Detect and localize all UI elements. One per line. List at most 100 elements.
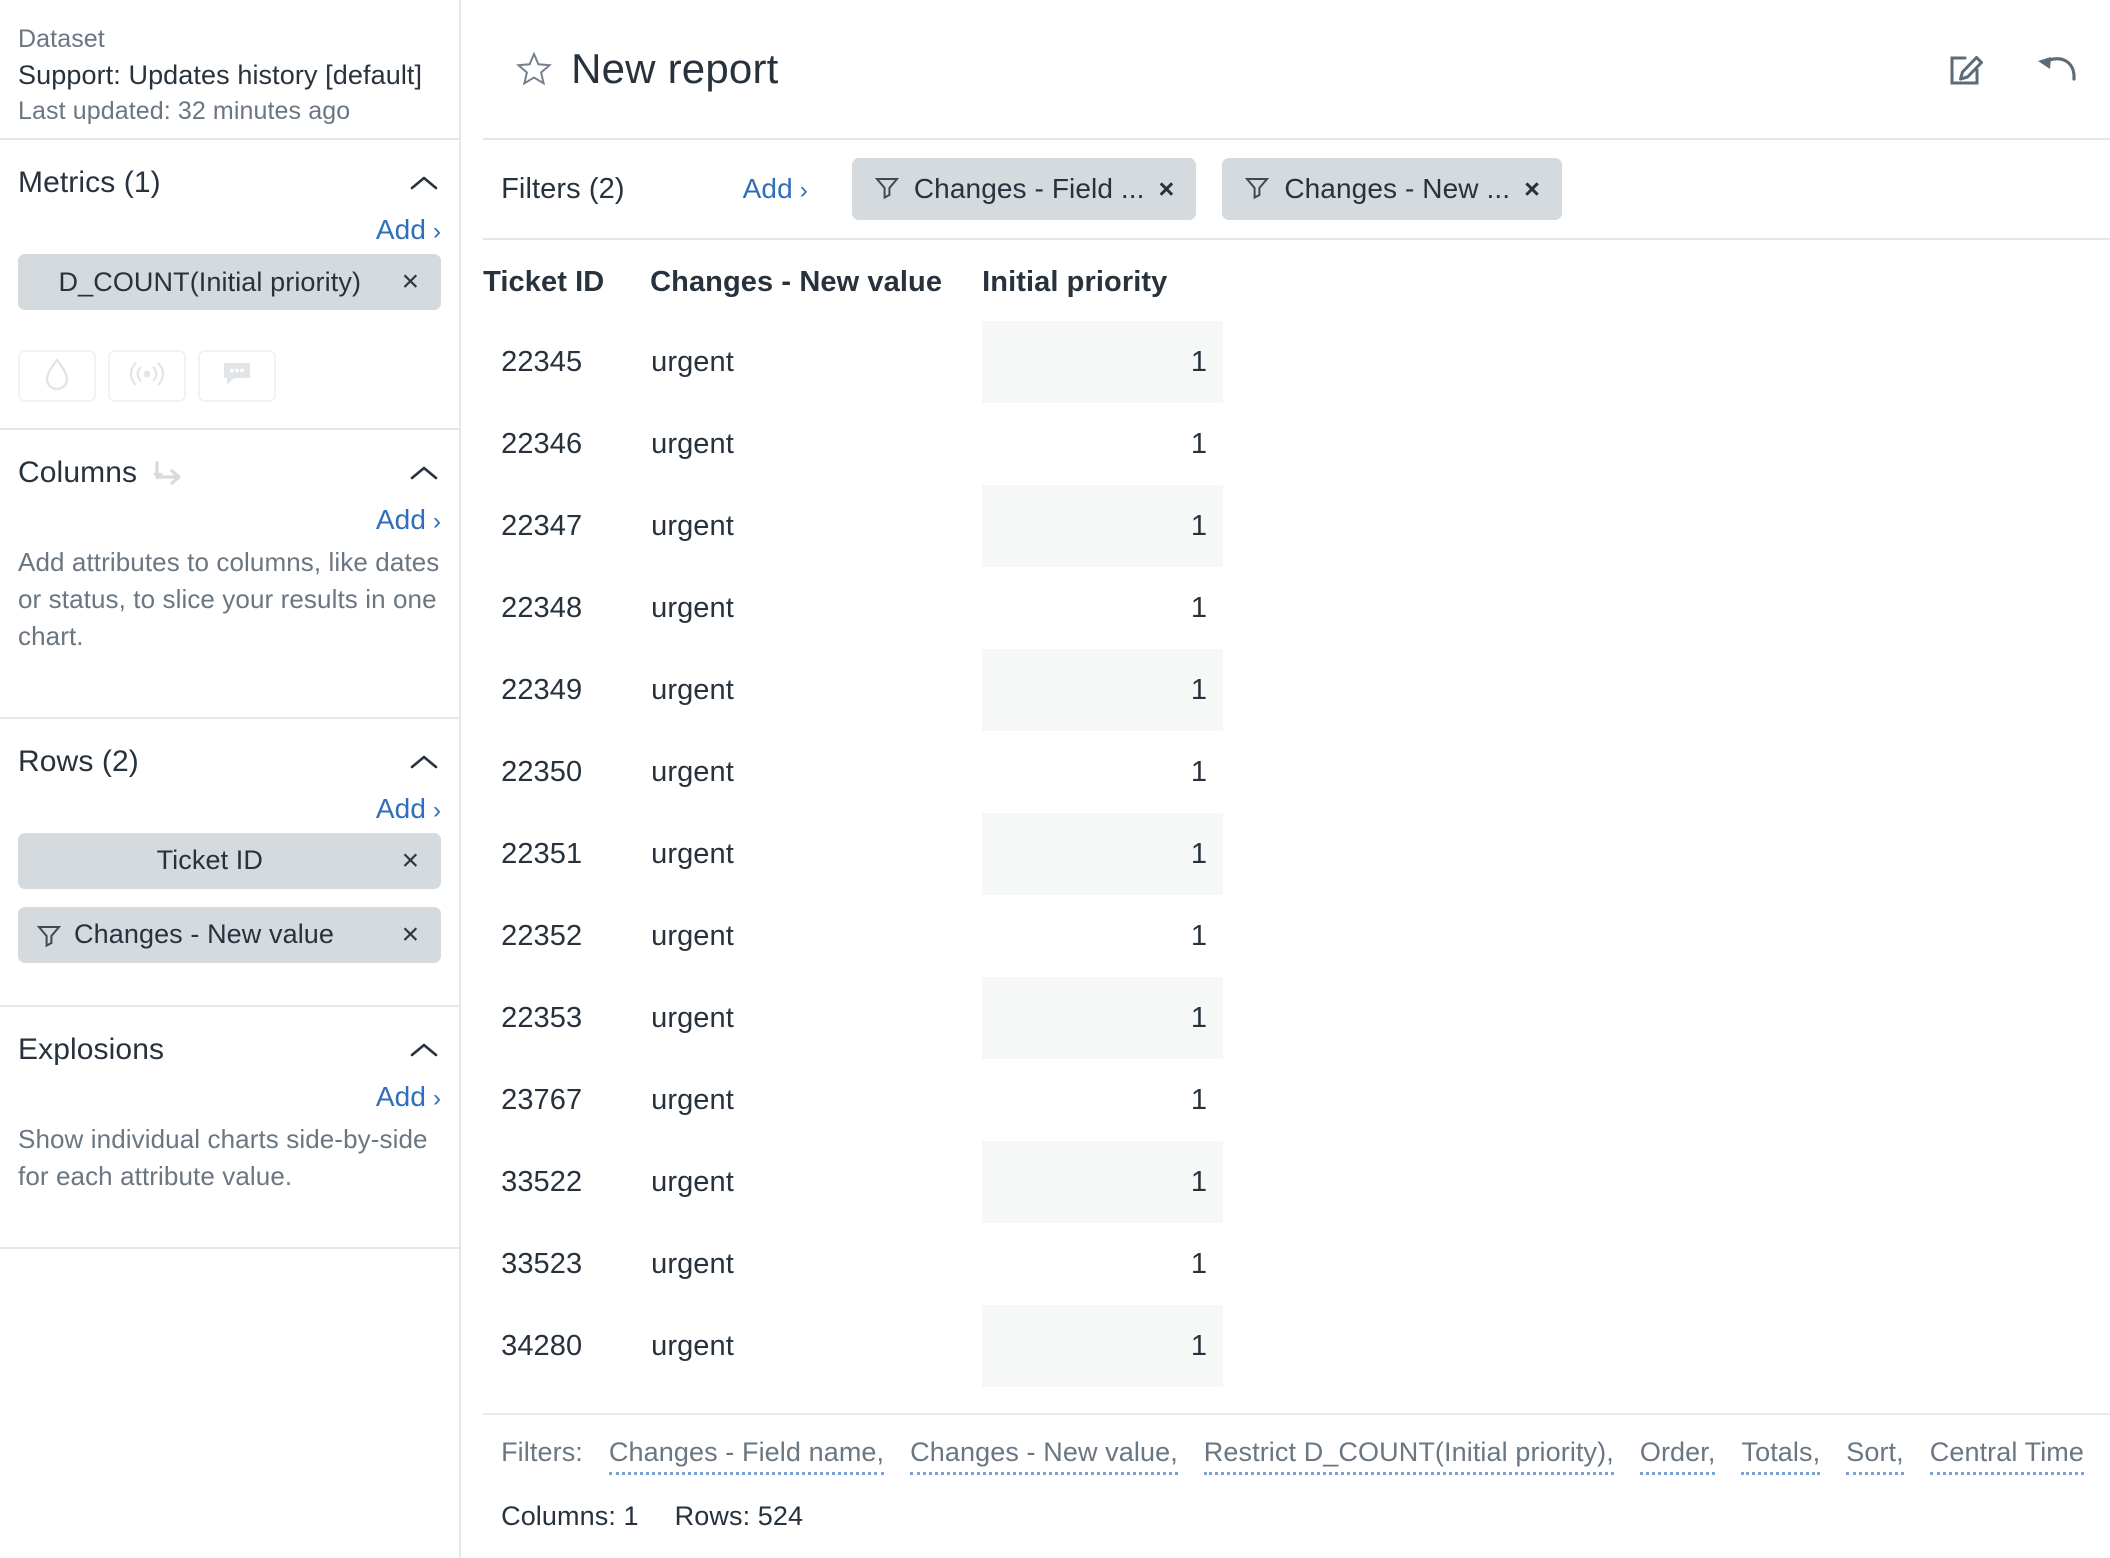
cell-changes-new-value[interactable]: urgent [650, 731, 982, 813]
table-row[interactable]: 34280 urgent 1 [483, 1305, 1224, 1387]
cell-changes-new-value[interactable]: urgent [650, 1387, 982, 1414]
cell-initial-priority[interactable]: 1 [982, 321, 1224, 403]
undo-arrow-icon[interactable] [2034, 49, 2080, 89]
footer-filter-link[interactable]: Restrict D_COUNT(Initial priority), [1203, 1437, 1614, 1475]
cell-initial-priority[interactable]: 1 [982, 1387, 1223, 1414]
cell-changes-new-value[interactable]: urgent [650, 895, 982, 977]
cell-changes-new-value[interactable]: urgent [650, 1305, 982, 1387]
table-row[interactable]: 22347 urgent 1 [483, 485, 1224, 567]
cell-changes-new-value[interactable]: urgent [650, 321, 982, 403]
table-row[interactable]: 22349 urgent 1 [483, 649, 1224, 731]
filters-add-button[interactable]: Add › [743, 173, 808, 205]
swap-rows-columns-icon[interactable] [151, 457, 185, 489]
cell-ticket-id[interactable]: 22345 [483, 321, 650, 403]
cell-initial-priority[interactable]: 1 [982, 403, 1223, 485]
cell-changes-new-value[interactable]: urgent [650, 1059, 982, 1141]
rows-add-button[interactable]: Add › [376, 793, 441, 825]
page-title[interactable]: New report [571, 45, 778, 93]
cell-ticket-id[interactable]: 33523 [483, 1223, 650, 1305]
cell-initial-priority[interactable]: 1 [982, 1223, 1223, 1305]
row-chip-ticket-id[interactable]: Ticket ID × [18, 832, 442, 889]
cell-initial-priority[interactable]: 1 [982, 813, 1224, 895]
row-chip-remove-icon[interactable]: × [402, 919, 420, 950]
cell-ticket-id[interactable]: 22351 [483, 813, 650, 895]
footer-filter-link[interactable]: Changes - New value, [910, 1437, 1178, 1475]
cell-changes-new-value[interactable]: urgent [650, 813, 982, 895]
filter-funnel-icon [36, 922, 62, 948]
footer-filter-link[interactable]: Changes - Field name, [608, 1437, 885, 1475]
explosions-add-button[interactable]: Add › [376, 1081, 441, 1113]
table-row[interactable]: 22345 urgent 1 [483, 321, 1224, 403]
viz-button-signal[interactable] [108, 350, 186, 402]
table-row[interactable]: 22352 urgent 1 [483, 895, 1223, 977]
footer-filter-link[interactable]: Order, [1639, 1437, 1716, 1475]
cell-ticket-id[interactable]: 22352 [483, 895, 650, 977]
footer-filter-link[interactable]: Sort, [1846, 1437, 1904, 1475]
cell-ticket-id[interactable]: 22349 [483, 649, 650, 731]
panel-metrics: Metrics (1) Add › D_COUNT(Initial priori… [0, 140, 460, 430]
cell-ticket-id[interactable]: 22353 [483, 977, 650, 1059]
filter-chip-changes-field[interactable]: Changes - Field ... × [851, 158, 1197, 220]
cell-initial-priority[interactable]: 1 [982, 1305, 1224, 1387]
filter-chip-changes-new[interactable]: Changes - New ... × [1222, 158, 1562, 220]
chevron-up-icon[interactable] [407, 456, 441, 490]
cell-initial-priority[interactable]: 1 [982, 1141, 1224, 1223]
viz-button-droplet[interactable] [18, 350, 96, 402]
metrics-add-button[interactable]: Add › [376, 214, 441, 246]
cell-initial-priority[interactable]: 1 [982, 1059, 1223, 1141]
cell-changes-new-value[interactable]: urgent [650, 649, 982, 731]
table-row[interactable]: 22348 urgent 1 [483, 567, 1223, 649]
footer-counts: Columns: 1 Rows: 524 [501, 1475, 2110, 1532]
filter-chip-remove-icon[interactable]: × [1159, 175, 1175, 203]
chevron-up-icon[interactable] [407, 745, 441, 779]
chevron-up-icon[interactable] [407, 1033, 441, 1067]
cell-initial-priority[interactable]: 1 [982, 485, 1224, 567]
cell-ticket-id[interactable]: 22348 [483, 567, 650, 649]
table-row[interactable]: 22346 urgent 1 [483, 403, 1223, 485]
column-header-initial-priority[interactable]: Initial priority [982, 248, 1223, 321]
star-outline-icon[interactable] [511, 46, 557, 92]
chevron-up-icon[interactable] [407, 166, 441, 200]
cell-ticket-id[interactable]: 22346 [483, 403, 650, 485]
row-chip-remove-icon[interactable]: × [402, 845, 420, 876]
table-row[interactable]: 22350 urgent 1 [483, 731, 1223, 813]
table-row[interactable]: 23767 urgent 1 [483, 1059, 1223, 1141]
cell-ticket-id[interactable]: 34292 [483, 1387, 650, 1414]
edit-pencil-icon[interactable] [1946, 48, 1988, 90]
cell-changes-new-value[interactable]: urgent [650, 403, 982, 485]
table-row[interactable]: 34292urgent1 [483, 1387, 1223, 1414]
footer-rows-count: Rows: 524 [674, 1501, 804, 1531]
cell-changes-new-value[interactable]: urgent [650, 567, 982, 649]
dataset-name[interactable]: Support: Updates history [default] [18, 57, 459, 94]
results-table-head: Ticket ID Changes - New value Initial pr… [483, 248, 1223, 321]
row-chip-changes-new-value[interactable]: Changes - New value × [18, 906, 442, 963]
metric-chip[interactable]: D_COUNT(Initial priority) × [18, 254, 442, 310]
cell-initial-priority[interactable]: 1 [982, 977, 1224, 1059]
table-row[interactable]: 22353 urgent 1 [483, 977, 1224, 1059]
cell-changes-new-value[interactable]: urgent [650, 485, 982, 567]
cell-initial-priority[interactable]: 1 [982, 567, 1223, 649]
cell-ticket-id[interactable]: 22347 [483, 485, 650, 567]
table-row[interactable]: 22351 urgent 1 [483, 813, 1224, 895]
cell-ticket-id[interactable]: 23767 [483, 1059, 650, 1141]
cell-ticket-id[interactable]: 22350 [483, 731, 650, 813]
cell-initial-priority[interactable]: 1 [982, 731, 1223, 813]
cell-changes-new-value[interactable]: urgent [650, 1223, 982, 1305]
metric-chip-remove-icon[interactable]: × [402, 267, 420, 297]
cell-initial-priority[interactable]: 1 [982, 895, 1223, 977]
rows-add-row: Add › [18, 779, 441, 833]
cell-changes-new-value[interactable]: urgent [650, 977, 982, 1059]
cell-ticket-id[interactable]: 34280 [483, 1305, 650, 1387]
viz-button-comment[interactable] [198, 350, 276, 402]
column-header-changes-new-value[interactable]: Changes - New value [650, 248, 982, 321]
cell-initial-priority[interactable]: 1 [982, 649, 1224, 731]
cell-ticket-id[interactable]: 33522 [483, 1141, 650, 1223]
columns-add-button[interactable]: Add › [376, 504, 441, 536]
table-row[interactable]: 33522 urgent 1 [483, 1141, 1224, 1223]
footer-filter-link[interactable]: Central Time [1929, 1437, 2084, 1475]
filter-chip-remove-icon[interactable]: × [1524, 175, 1540, 203]
footer-filter-link[interactable]: Totals, [1741, 1437, 1821, 1475]
cell-changes-new-value[interactable]: urgent [650, 1141, 982, 1223]
column-header-ticket-id[interactable]: Ticket ID [483, 248, 650, 321]
table-row[interactable]: 33523 urgent 1 [483, 1223, 1223, 1305]
